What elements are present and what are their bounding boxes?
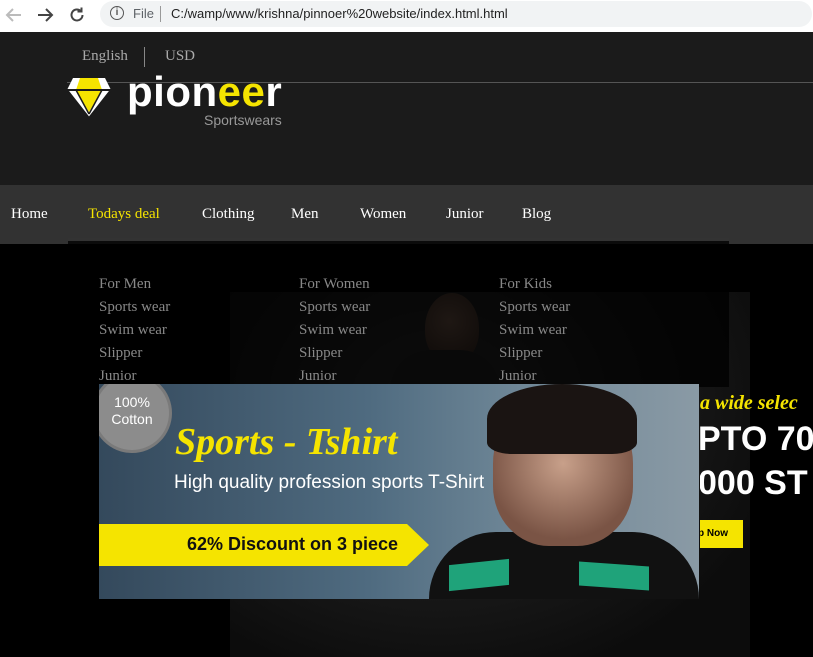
- banner-title: Sports - Tshirt: [175, 421, 398, 463]
- brand-name-part3: r: [265, 68, 283, 115]
- promo-discount: PTO 70%: [700, 420, 813, 458]
- dropdown-link[interactable]: Swim wear: [99, 319, 170, 342]
- menu-item-women[interactable]: Women: [360, 206, 406, 223]
- info-icon[interactable]: i: [110, 6, 124, 20]
- address-divider: [160, 6, 161, 22]
- banner-subtitle: High quality profession sports T-Shirt: [174, 472, 485, 493]
- dropdown-link[interactable]: Slipper: [499, 342, 570, 365]
- menu-item-todays-deal[interactable]: Todays deal: [88, 206, 160, 223]
- hero-promo: a wide selec PTO 70% 000 ST p Now: [700, 392, 813, 562]
- site-header: English USD: [0, 32, 813, 185]
- reload-icon[interactable]: [66, 4, 88, 26]
- tshirt-promo-banner[interactable]: 100% Cotton Sports - Tshirt High quality…: [99, 384, 699, 599]
- menu-item-blog[interactable]: Blog: [522, 206, 551, 223]
- dropdown-link[interactable]: Swim wear: [499, 319, 570, 342]
- dropdown-link[interactable]: Sports wear: [99, 296, 170, 319]
- dropdown-link[interactable]: Sports wear: [499, 296, 570, 319]
- menu-item-junior[interactable]: Junior: [446, 206, 484, 223]
- promo-stock: 000 ST: [700, 464, 808, 502]
- discount-text: 62% Discount on 3 piece: [187, 534, 399, 554]
- brand-name: pioneer: [127, 68, 282, 116]
- discount-ribbon: 62% Discount on 3 piece: [99, 524, 429, 566]
- badge-percent: 100%: [114, 394, 150, 410]
- promo-tagline: a wide selec: [700, 392, 798, 414]
- dropdown-column-women: For Women Sports wear Swim wear Slipper …: [299, 273, 370, 388]
- dropdown-column-men: For Men Sports wear Swim wear Slipper Ju…: [99, 273, 170, 388]
- badge-label: Cotton: [111, 411, 153, 427]
- browser-toolbar: i File C:/wamp/www/krishna/pinnoer%20web…: [0, 0, 813, 33]
- currency-selector[interactable]: USD: [165, 48, 195, 65]
- address-bar[interactable]: i File C:/wamp/www/krishna/pinnoer%20web…: [100, 1, 812, 27]
- shirt-stripe: [579, 561, 649, 591]
- menu-item-clothing[interactable]: Clothing: [202, 206, 255, 223]
- dropdown-link[interactable]: Sports wear: [299, 296, 370, 319]
- url-text[interactable]: C:/wamp/www/krishna/pinnoer%20website/in…: [171, 6, 508, 21]
- dropdown-heading[interactable]: For Women: [299, 273, 370, 296]
- mega-menu-dropdown: For Men Sports wear Swim wear Slipper Ju…: [68, 238, 729, 387]
- model-hair: [487, 384, 637, 454]
- diamond-icon: [67, 78, 111, 118]
- dropdown-link[interactable]: Slipper: [99, 342, 170, 365]
- menu-item-home[interactable]: Home: [11, 206, 48, 223]
- brand-name-part1: pion: [127, 68, 218, 115]
- file-label: File: [133, 6, 154, 21]
- brand-name-highlight: ee: [217, 68, 266, 115]
- menu-item-men[interactable]: Men: [291, 206, 319, 223]
- main-menu: Home Todays deal Clothing Men Women Juni…: [0, 185, 813, 244]
- dropdown-column-kids: For Kids Sports wear Swim wear Slipper J…: [499, 273, 570, 388]
- dropdown-link[interactable]: Swim wear: [299, 319, 370, 342]
- cotton-badge: 100% Cotton: [99, 384, 169, 450]
- topbar-divider: [144, 47, 145, 67]
- dropdown-heading[interactable]: For Men: [99, 273, 170, 296]
- forward-arrow-icon[interactable]: [34, 4, 56, 26]
- dropdown-heading[interactable]: For Kids: [499, 273, 570, 296]
- language-selector[interactable]: English: [82, 48, 128, 65]
- back-arrow-icon[interactable]: [3, 4, 25, 26]
- dropdown-link[interactable]: Slipper: [299, 342, 370, 365]
- brand-tagline: Sportswears: [204, 112, 282, 128]
- shop-now-button[interactable]: p Now: [700, 520, 743, 548]
